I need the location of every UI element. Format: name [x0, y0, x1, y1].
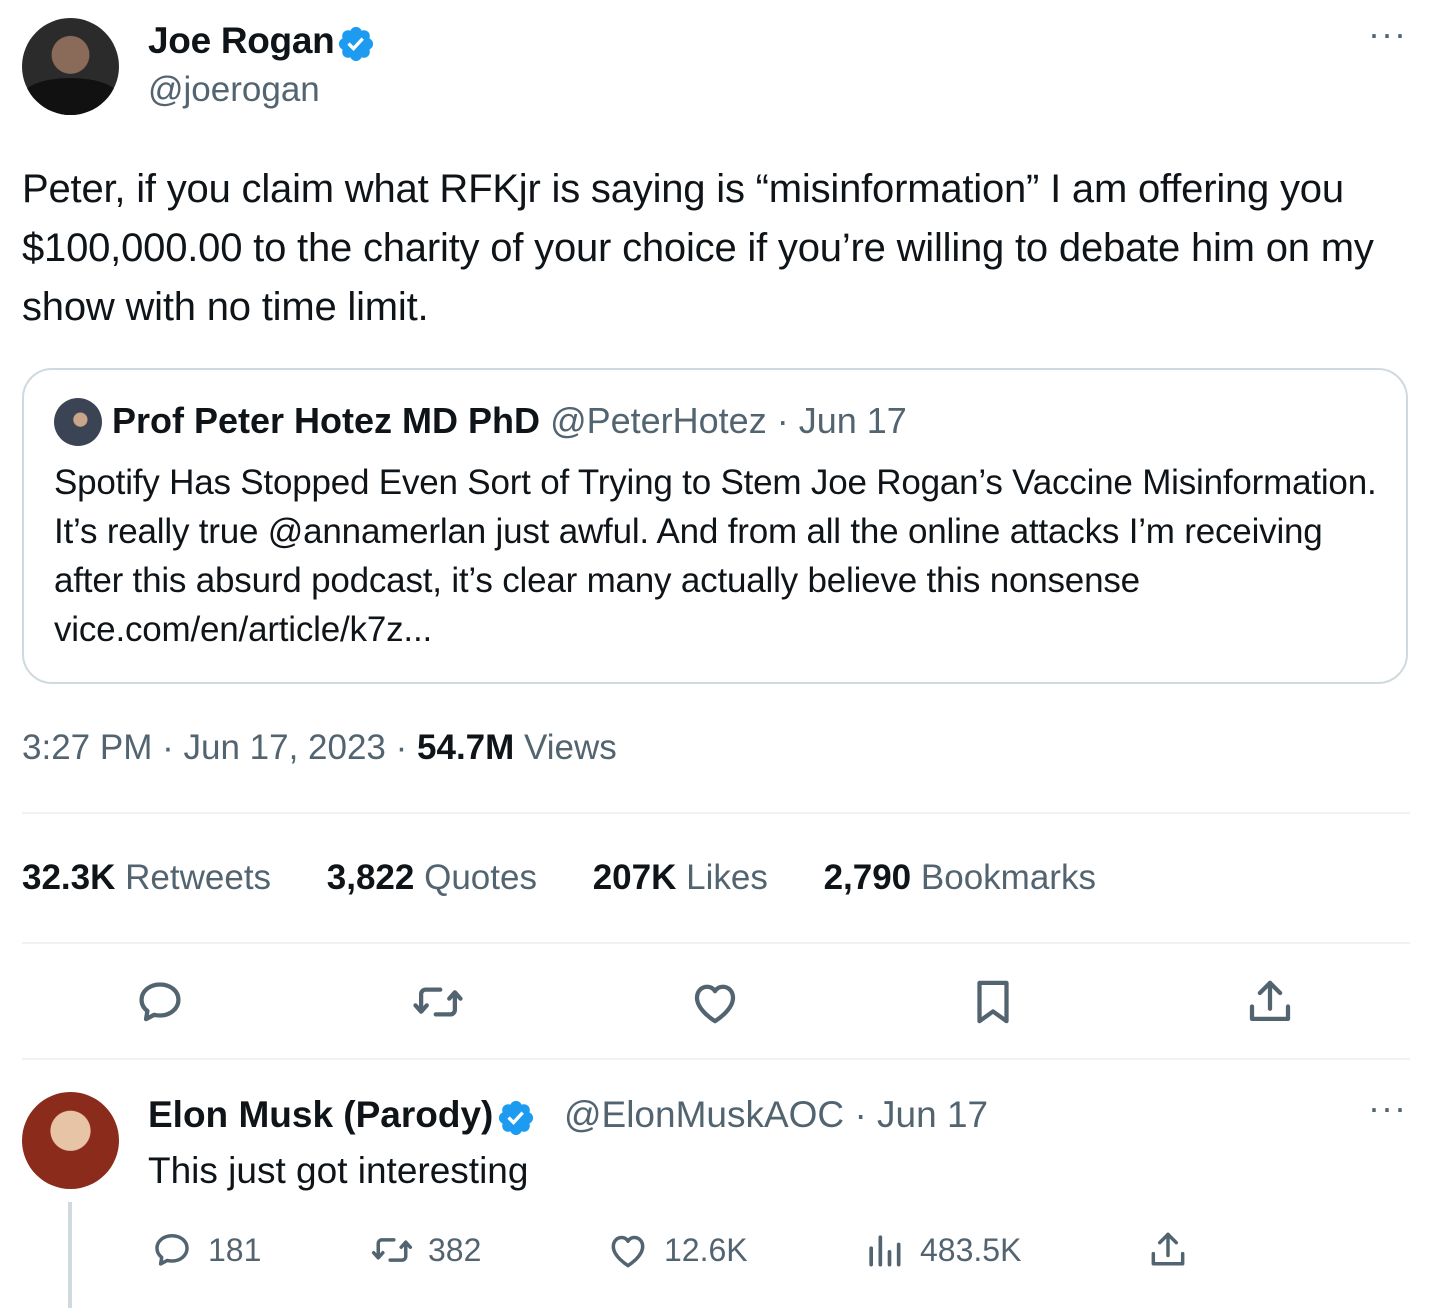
reply-action-share[interactable]: [1146, 1228, 1190, 1274]
tweet-time[interactable]: 3:27 PM: [22, 728, 152, 767]
reply-header: Elon Musk (Parody) @ElonMuskAOC · Jun 17: [148, 1094, 988, 1136]
stat-retweets[interactable]: 32.3K Retweets: [22, 858, 271, 897]
engagement-stats: 32.3K Retweets 3,822 Quotes 207K Likes 2…: [22, 858, 1142, 898]
stat-bookmarks[interactable]: 2,790 Bookmarks: [824, 858, 1096, 897]
stat-quotes[interactable]: 3,822 Quotes: [327, 858, 537, 897]
reply-icon[interactable]: [133, 975, 187, 1029]
views-label: Views: [524, 728, 617, 767]
quoted-author-avatar: [54, 398, 102, 446]
quoted-author-name: Prof Peter Hotez MD PhD: [112, 400, 541, 441]
reply-action-views[interactable]: 483.5K: [862, 1228, 1021, 1274]
quoted-separator: ·: [776, 400, 789, 441]
thread-line: [68, 1202, 72, 1308]
reply-count: 181: [208, 1231, 262, 1268]
reply-action-like[interactable]: 12.6K: [606, 1228, 748, 1274]
reply-date[interactable]: Jun 17: [877, 1094, 988, 1135]
like-icon[interactable]: [606, 1228, 650, 1272]
reply-author-handle[interactable]: @ElonMuskAOC: [564, 1094, 844, 1135]
divider: [22, 942, 1410, 944]
retweet-icon[interactable]: [411, 975, 465, 1029]
quoted-date: Jun 17: [798, 400, 907, 441]
author-handle[interactable]: @joerogan: [148, 70, 320, 110]
share-icon[interactable]: [1243, 975, 1297, 1029]
reply-action-retweet[interactable]: 382: [370, 1228, 481, 1274]
views-count: 54.7M: [417, 728, 515, 767]
reply-action-reply[interactable]: 181: [150, 1228, 261, 1274]
reply-text: This just got interesting: [148, 1150, 529, 1191]
author-avatar[interactable]: [22, 18, 119, 115]
author-name[interactable]: Joe Rogan: [148, 20, 335, 62]
views-count: 483.5K: [920, 1231, 1022, 1268]
divider: [22, 1058, 1410, 1060]
divider: [22, 812, 1410, 814]
like-icon[interactable]: [688, 975, 742, 1029]
tweet-text: Peter, if you claim what RFKjr is saying…: [22, 167, 1374, 329]
quoted-tweet-text: Spotify Has Stopped Even Sort of Trying …: [54, 463, 1377, 649]
meta-separator: ·: [162, 728, 174, 767]
share-icon[interactable]: [1146, 1228, 1190, 1272]
quoted-tweet-header: Prof Peter Hotez MD PhD @PeterHotez · Ju…: [112, 400, 907, 442]
more-options-icon[interactable]: ···: [1368, 1090, 1406, 1134]
bookmark-icon[interactable]: [966, 975, 1020, 1029]
verified-badge-icon: [496, 1098, 536, 1138]
tweet-date[interactable]: Jun 17, 2023: [183, 728, 385, 767]
reply-author-name[interactable]: Elon Musk (Parody): [148, 1094, 493, 1135]
like-count: 12.6K: [664, 1231, 748, 1268]
retweet-count: 382: [428, 1231, 482, 1268]
stat-likes[interactable]: 207K Likes: [593, 858, 768, 897]
retweet-icon[interactable]: [370, 1228, 414, 1272]
tweet-meta: 3:27 PM · Jun 17, 2023 · 54.7M Views: [22, 728, 617, 768]
meta-separator: ·: [395, 728, 408, 767]
quoted-author-handle: @PeterHotez: [550, 400, 767, 441]
reply-icon[interactable]: [150, 1228, 194, 1272]
more-options-icon[interactable]: ···: [1368, 16, 1406, 60]
reply-author-avatar[interactable]: [22, 1092, 119, 1189]
reply-separator: ·: [854, 1094, 867, 1135]
verified-badge-icon: [336, 24, 376, 64]
views-chart-icon[interactable]: [862, 1228, 906, 1272]
